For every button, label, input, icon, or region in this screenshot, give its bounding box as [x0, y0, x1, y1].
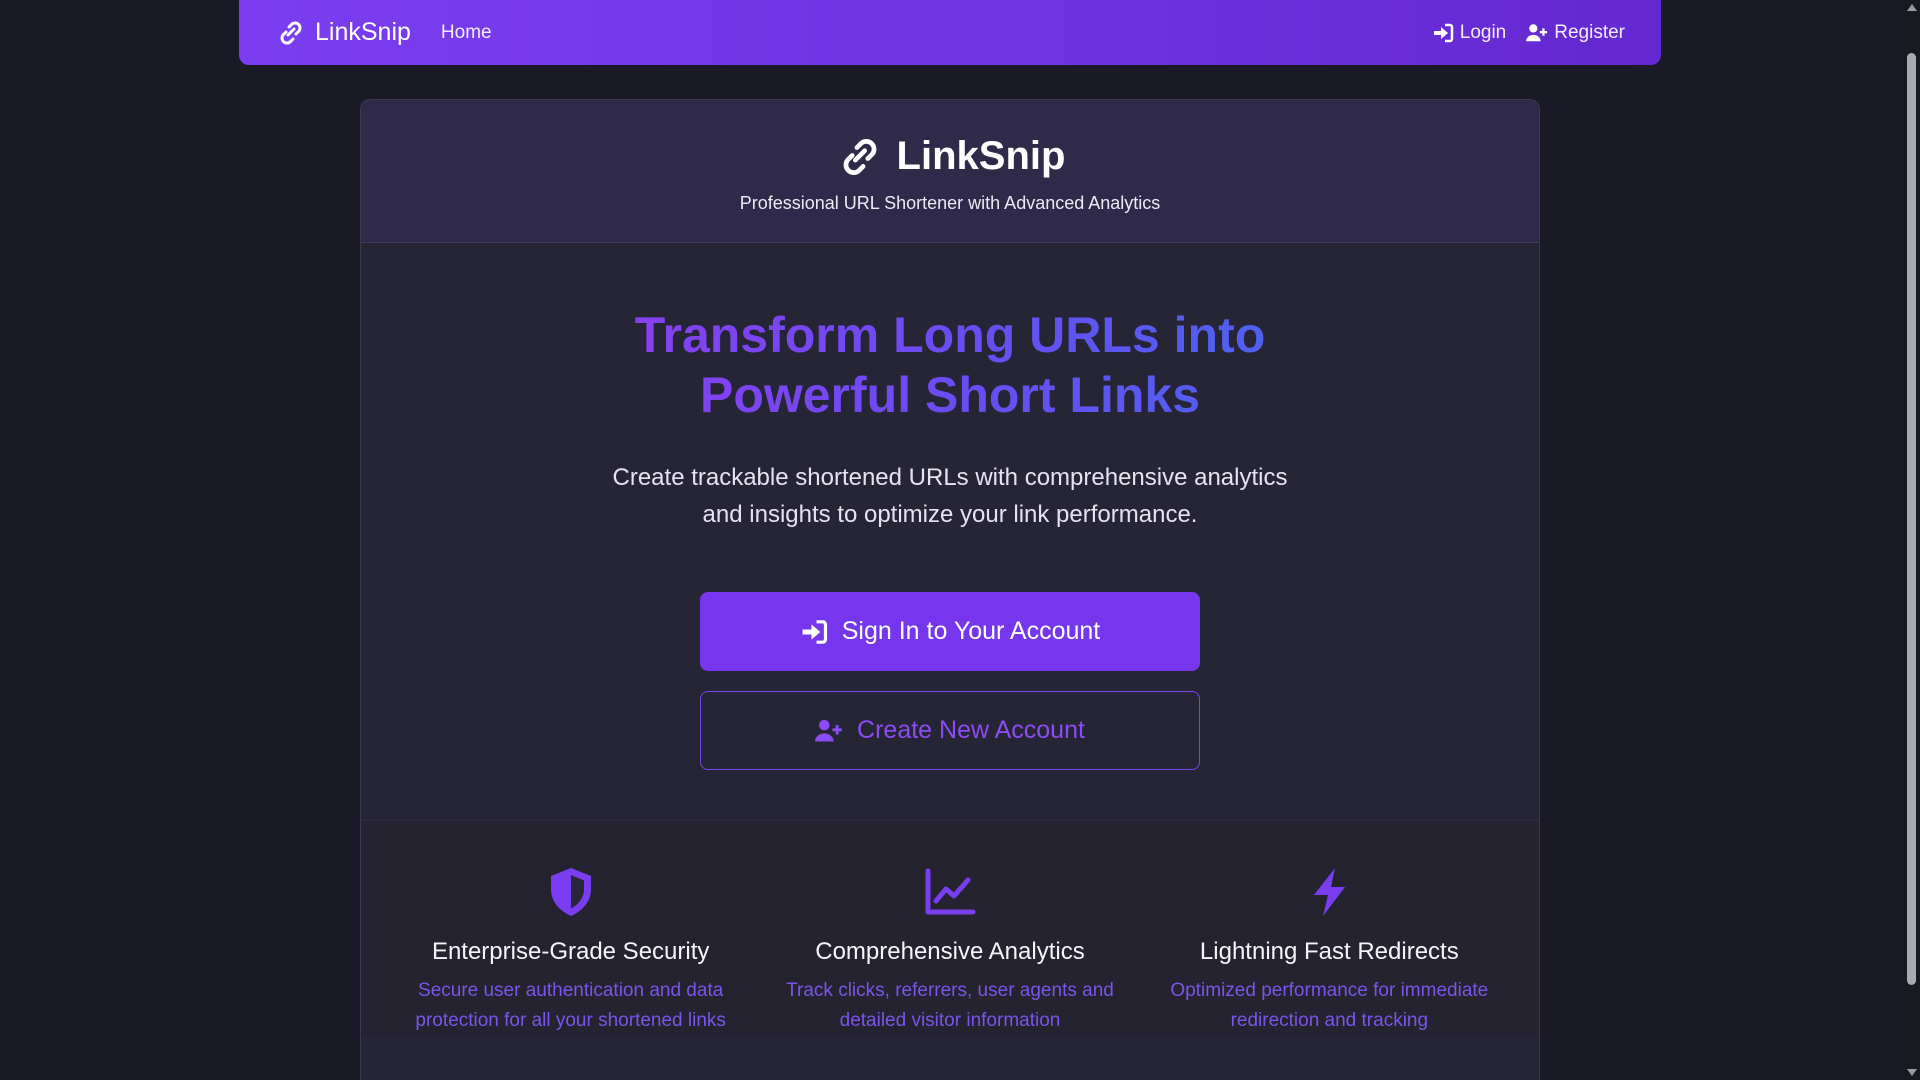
nav-auth-links: Login Register — [1432, 22, 1625, 44]
nav-home-link[interactable]: Home — [441, 22, 492, 44]
nav-register-label: Register — [1554, 21, 1625, 43]
link-icon — [843, 138, 876, 175]
user-plus-icon — [815, 719, 842, 741]
feature-description: Optimized performance for immediate redi… — [1170, 980, 1489, 1031]
sign-in-button[interactable]: Sign In to Your Account — [700, 592, 1200, 671]
card-title-text: LinkSnip — [896, 134, 1066, 178]
feature-security: Enterprise-Grade Security Secure user au… — [381, 865, 760, 1036]
nav-register-link[interactable]: Register — [1526, 22, 1625, 44]
brand-name: LinkSnip — [315, 18, 411, 46]
scroll-up-arrow-icon[interactable] — [1907, 4, 1917, 11]
sign-in-icon — [802, 619, 827, 644]
nav-login-link[interactable]: Login — [1432, 21, 1507, 44]
page: LinkSnip Home Login Register LinkSnip Pr… — [0, 0, 1920, 1080]
card-title: LinkSnip — [835, 134, 1066, 179]
bolt-icon — [1314, 868, 1346, 916]
nav-login-label: Login — [1459, 21, 1507, 43]
shield-icon — [550, 868, 591, 916]
create-account-button-label: Create New Account — [857, 716, 1085, 744]
navbar: LinkSnip Home Login Register — [239, 0, 1661, 65]
hero-description: Create trackable shortened URLs with com… — [612, 464, 1288, 528]
scroll-thumb[interactable] — [1907, 53, 1916, 985]
features-section: Enterprise-Grade Security Secure user au… — [361, 820, 1539, 1036]
feature-description: Secure user authentication and data prot… — [415, 980, 726, 1031]
vertical-scrollbar[interactable] — [1903, 0, 1920, 1080]
hero-headline-line2: Powerful Short Links — [699, 367, 1201, 423]
hero-section: Transform Long URLs into Powerful Short … — [361, 243, 1539, 820]
feature-title: Lightning Fast Redirects — [1199, 938, 1459, 965]
card-subtitle: Professional URL Shortener with Advanced… — [739, 193, 1161, 213]
sign-in-button-label: Sign In to Your Account — [841, 617, 1101, 645]
feature-speed: Lightning Fast Redirects Optimized perfo… — [1140, 865, 1519, 1036]
welcome-card: LinkSnip Professional URL Shortener with… — [360, 99, 1540, 1080]
hero-headline-line1: Transform Long URLs into — [634, 307, 1266, 363]
card-header: LinkSnip Professional URL Shortener with… — [361, 100, 1539, 243]
sign-in-icon — [1433, 23, 1453, 42]
scroll-down-arrow-icon[interactable] — [1907, 1069, 1917, 1076]
create-account-button[interactable]: Create New Account — [700, 691, 1200, 770]
feature-description: Track clicks, referrers, user agents and… — [786, 980, 1114, 1031]
user-plus-icon — [1526, 23, 1548, 41]
link-icon — [280, 21, 302, 44]
chart-line-icon — [925, 868, 976, 915]
feature-analytics: Comprehensive Analytics Track clicks, re… — [760, 865, 1139, 1036]
hero-headline: Transform Long URLs into Powerful Short … — [600, 305, 1300, 425]
feature-title: Comprehensive Analytics — [815, 938, 1085, 965]
feature-title: Enterprise-Grade Security — [431, 938, 710, 965]
brand-link[interactable]: LinkSnip — [275, 18, 411, 47]
